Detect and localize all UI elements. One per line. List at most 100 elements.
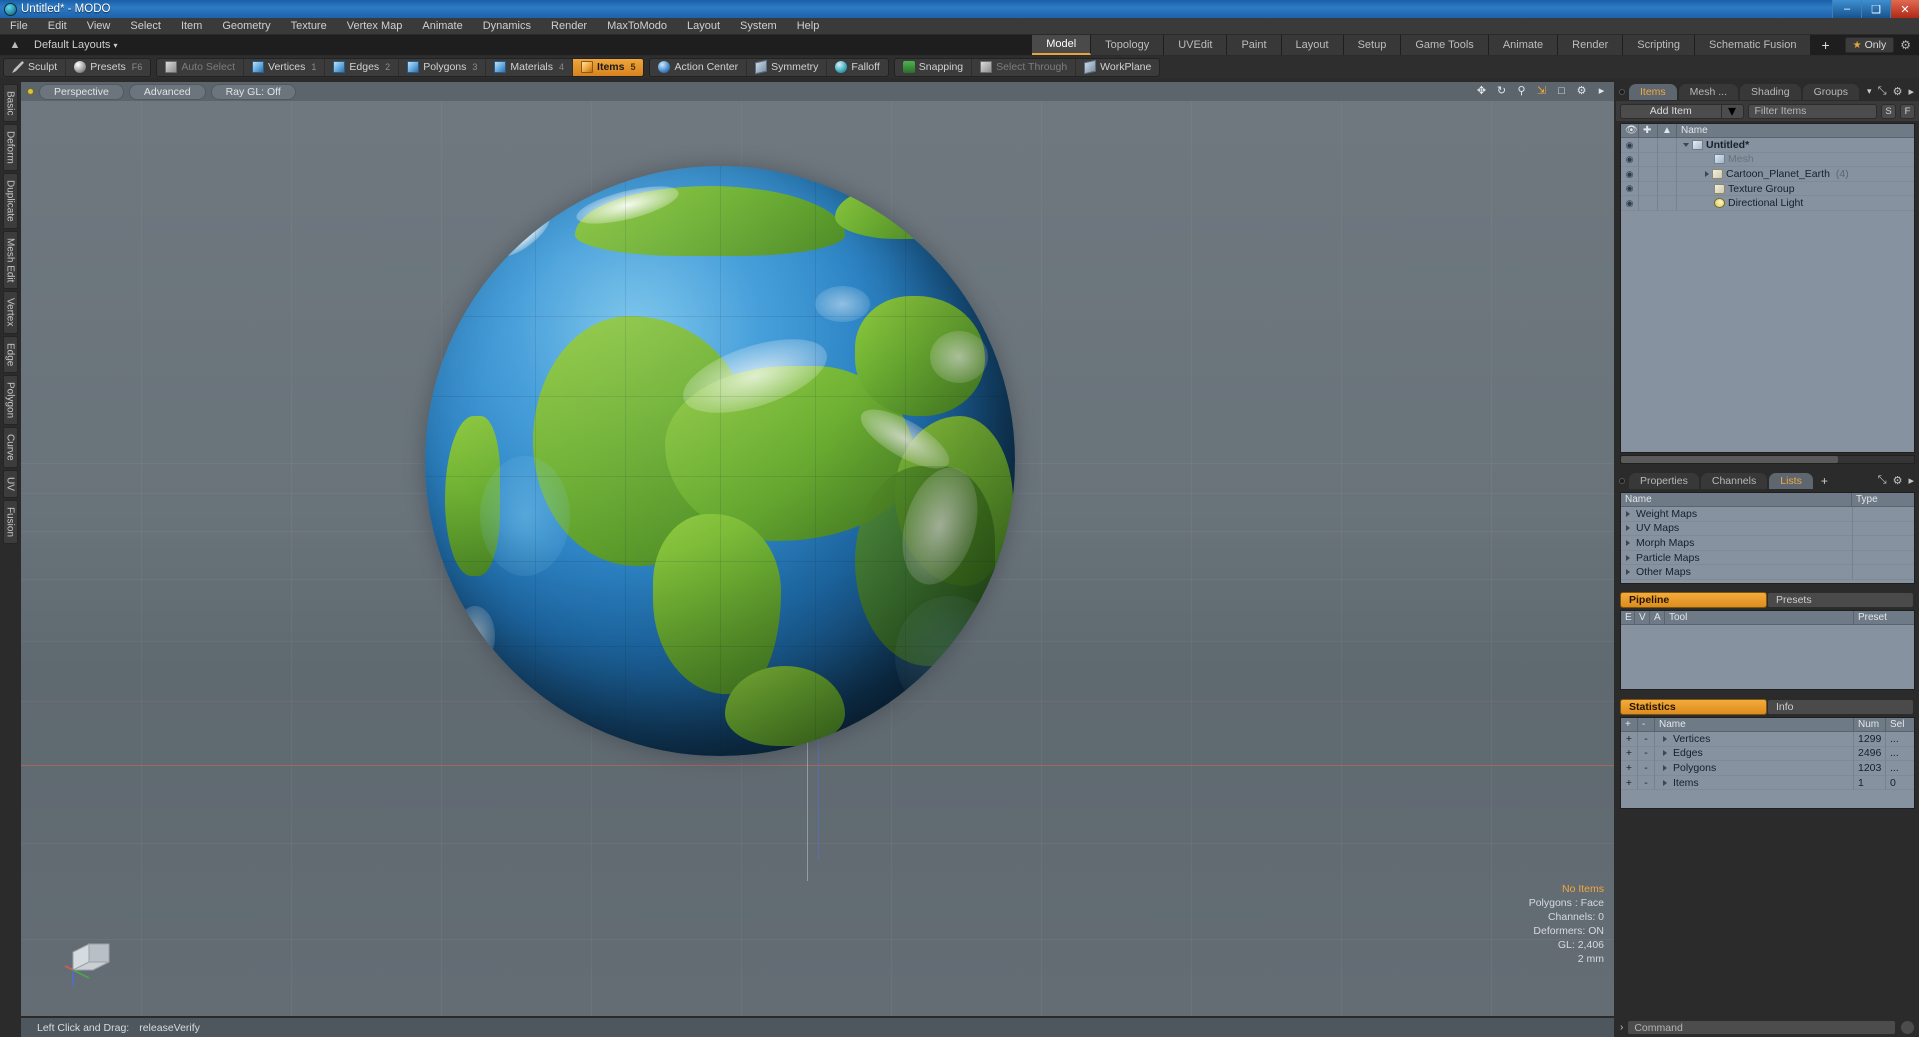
tool-tab-vertex[interactable]: Vertex (2, 291, 18, 334)
chevron-right-icon[interactable] (1626, 554, 1630, 561)
lock-cell[interactable] (1639, 181, 1658, 196)
chevron-down-icon[interactable]: ▾ (1720, 103, 1743, 120)
layout-tab-schematic-fusion[interactable]: Schematic Fusion (1695, 35, 1812, 55)
chevron-right-icon[interactable]: ▸ (1595, 84, 1608, 97)
menu-item-dynamics[interactable]: Dynamics (473, 18, 541, 35)
tool-tab-mesh-edit[interactable]: Mesh Edit (2, 230, 18, 290)
toolbar-button-snapping[interactable]: Snapping (895, 58, 973, 76)
maximize-icon[interactable]: □ (1555, 84, 1568, 97)
stats-row-remove-button[interactable]: - (1638, 731, 1655, 747)
statistics-table-row[interactable]: + - Vertices 1299... (1621, 731, 1914, 747)
chevron-right-icon[interactable]: ▸ (1908, 474, 1914, 487)
tab-shading[interactable]: Shading (1740, 83, 1801, 100)
toolbar-button-sculpt[interactable]: Sculpt (4, 58, 67, 76)
chevron-right-icon[interactable] (1626, 569, 1630, 576)
pan-icon[interactable]: ✥ (1475, 84, 1488, 97)
items-tree[interactable]: 👁 ✚ ▲ Name ◉ Untitled* ◉ Mesh ◉ Cartoon_Plane… (1620, 123, 1915, 453)
close-button[interactable]: ✕ (1890, 0, 1919, 18)
stats-row-remove-button[interactable]: - (1638, 775, 1655, 790)
eye-icon[interactable]: ◉ (1621, 181, 1639, 196)
lists-table-row[interactable]: Weight Maps (1621, 506, 1914, 522)
menu-item-help[interactable]: Help (787, 18, 830, 35)
only-toggle[interactable]: ★ Only (1844, 37, 1895, 53)
tab-statistics[interactable]: Statistics (1620, 699, 1767, 715)
toolbar-button-workplane[interactable]: WorkPlane (1076, 59, 1159, 76)
viewport-canvas[interactable]: No Items Polygons : Face Channels: 0 Def… (21, 101, 1614, 1016)
lists-table-row[interactable]: Morph Maps (1621, 535, 1914, 551)
render-cell[interactable] (1658, 166, 1677, 182)
tab-lists[interactable]: Lists (1769, 472, 1813, 489)
tool-tab-basic[interactable]: Basic (2, 84, 18, 123)
gear-icon[interactable]: ⚙ (1893, 474, 1903, 487)
layout-tab-topology[interactable]: Topology (1091, 35, 1165, 55)
chevron-down-icon[interactable]: ▾ (1861, 86, 1878, 97)
layout-tab-game-tools[interactable]: Game Tools (1401, 35, 1489, 55)
pipeline-table[interactable]: E V A Tool Preset (1620, 610, 1915, 690)
chevron-right-icon[interactable] (1663, 750, 1667, 757)
shading-mode-button[interactable]: Advanced (128, 83, 206, 100)
items-tree-row[interactable]: ◉ Texture Group (1621, 181, 1914, 197)
toolbar-button-falloff[interactable]: Falloff (827, 59, 887, 76)
tab-mesh[interactable]: Mesh ... (1678, 83, 1739, 100)
lists-table-row[interactable]: Particle Maps (1621, 550, 1914, 566)
lock-cell[interactable] (1639, 195, 1658, 211)
items-tree-row[interactable]: ◉ Untitled* (1621, 137, 1914, 153)
chevron-right-icon[interactable] (1663, 779, 1667, 786)
toolbar-button-materials[interactable]: Materials 4 (486, 58, 574, 76)
tab-groups[interactable]: Groups (1802, 83, 1860, 100)
menu-item-texture[interactable]: Texture (281, 18, 337, 35)
tab-properties[interactable]: Properties (1629, 472, 1699, 489)
layout-tab-render[interactable]: Render (1558, 35, 1624, 55)
gear-icon[interactable]: ⚙ (1575, 84, 1588, 97)
raygl-button[interactable]: Ray GL: Off (210, 83, 296, 100)
run-icon[interactable] (1900, 1020, 1915, 1035)
tab-presets[interactable]: Presets (1767, 592, 1914, 608)
stats-row-add-button[interactable]: + (1621, 746, 1638, 761)
home-icon[interactable]: ▲ (6, 36, 24, 54)
lock-cell[interactable] (1639, 166, 1658, 182)
tool-tab-deform[interactable]: Deform (2, 124, 18, 172)
lists-table-row[interactable]: Other Maps (1621, 564, 1914, 580)
filter-s-button[interactable]: S (1881, 103, 1896, 119)
statistics-table-row[interactable]: + - Edges 2496... (1621, 746, 1914, 762)
toolbar-button-vertices[interactable]: Vertices 1 (244, 58, 326, 76)
toolbar-button-presets[interactable]: Presets F6 (66, 59, 150, 76)
tool-tab-duplicate[interactable]: Duplicate (2, 173, 18, 229)
tool-tab-edge[interactable]: Edge (2, 335, 18, 374)
menu-item-geometry[interactable]: Geometry (212, 18, 280, 35)
lists-table[interactable]: Name Type Weight Maps UV Maps Morph Maps Pa… (1620, 492, 1915, 584)
menu-item-file[interactable]: File (0, 18, 38, 35)
add-layout-tab-button[interactable]: + (1811, 35, 1841, 55)
chevron-right-icon[interactable] (1663, 764, 1667, 771)
stats-row-remove-button[interactable]: - (1638, 760, 1655, 776)
statistics-table[interactable]: + - Name Num Sel + - Vertices 1299... + - Edge… (1620, 717, 1915, 809)
menu-item-item[interactable]: Item (171, 18, 212, 35)
menu-item-select[interactable]: Select (120, 18, 171, 35)
panel-menu-dot[interactable] (1619, 88, 1625, 95)
command-input[interactable]: Command (1627, 1020, 1896, 1035)
filter-f-button[interactable]: F (1900, 103, 1915, 119)
items-tree-row[interactable]: ◉ Directional Light (1621, 195, 1914, 211)
menu-item-maxtomodo[interactable]: MaxToModo (597, 18, 677, 35)
render-cell[interactable] (1658, 137, 1677, 153)
eye-icon[interactable]: ◉ (1621, 166, 1639, 182)
statistics-table-row[interactable]: + - Polygons 1203... (1621, 760, 1914, 776)
tool-tab-curve[interactable]: Curve (2, 427, 18, 468)
cartoon-planet-earth-model[interactable] (425, 166, 1015, 756)
chevron-right-icon[interactable] (1663, 735, 1667, 742)
layout-tab-scripting[interactable]: Scripting (1623, 35, 1696, 55)
menu-item-layout[interactable]: Layout (677, 18, 730, 35)
panel-menu-dot[interactable] (1619, 477, 1625, 484)
tab-pipeline[interactable]: Pipeline (1620, 592, 1767, 608)
layout-tab-layout[interactable]: Layout (1281, 35, 1344, 55)
viewport-3d[interactable]: Perspective Advanced Ray GL: Off ✥ ↻ ⚲ ⇲… (21, 82, 1614, 1016)
layout-tab-animate[interactable]: Animate (1488, 35, 1559, 55)
toolbar-button-edges[interactable]: Edges 2 (325, 58, 400, 76)
toolbar-button-select-through[interactable]: Select Through (972, 58, 1077, 76)
minimize-button[interactable]: – (1832, 0, 1861, 18)
toolbar-button-action-center[interactable]: Action Center (650, 58, 748, 76)
render-cell[interactable] (1658, 152, 1677, 167)
rotate-icon[interactable]: ↻ (1495, 84, 1508, 97)
gear-icon[interactable]: ⚙ (1893, 85, 1903, 98)
chevron-right-icon[interactable] (1705, 170, 1709, 177)
